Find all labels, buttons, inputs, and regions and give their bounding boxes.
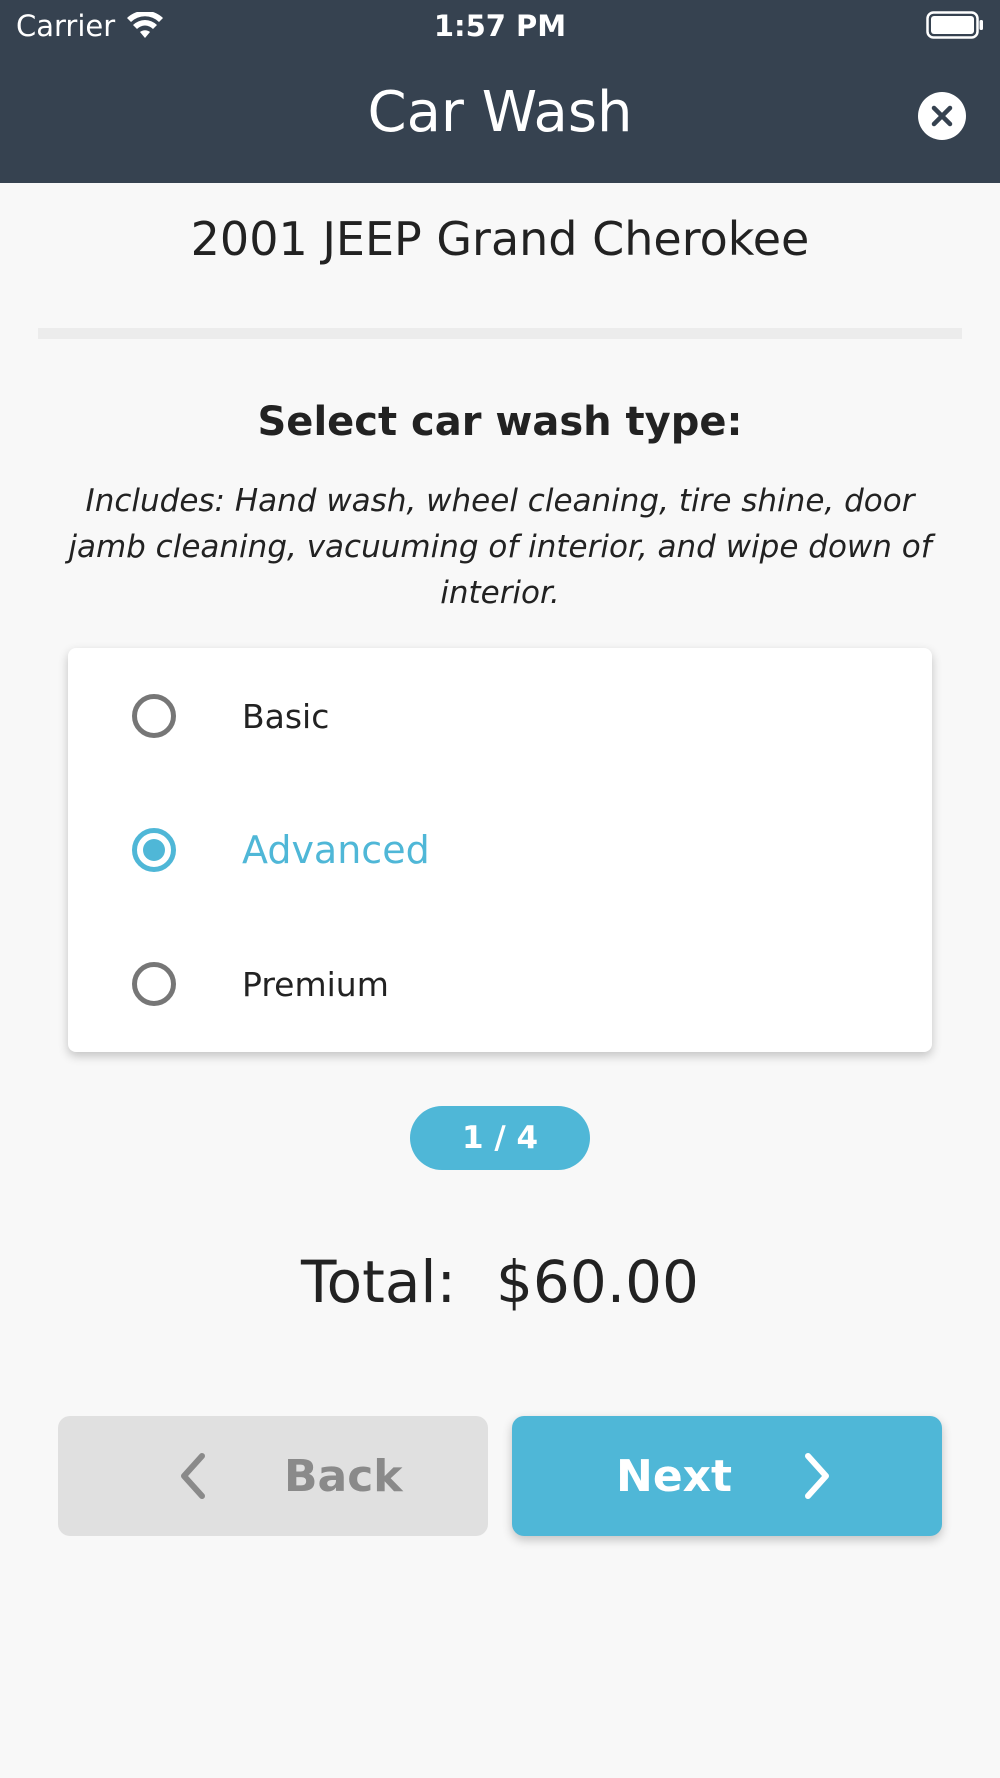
radio-basic[interactable] [132, 694, 176, 738]
includes-description: Includes: Hand wash, wheel cleaning, tir… [68, 483, 932, 611]
wash-type-options: Basic Advanced Premium [68, 648, 932, 1052]
next-button[interactable]: Next [512, 1416, 942, 1536]
divider [38, 328, 962, 339]
next-button-label: Next [616, 1450, 733, 1502]
option-basic[interactable]: Basic [68, 648, 932, 784]
page-title: Car Wash [367, 80, 633, 145]
total-row: Total: $60.00 [0, 1245, 1000, 1319]
total-label: Total: [301, 1248, 457, 1316]
header-bar: Carrier 1:57 PM Car Wash [0, 0, 1000, 183]
chevron-left-icon [181, 1453, 205, 1499]
option-label-basic: Basic [242, 696, 330, 736]
status-time: 1:57 PM [433, 9, 567, 43]
option-premium[interactable]: Premium [68, 916, 932, 1052]
back-button-label: Back [284, 1450, 403, 1502]
prompt-title: Select car wash type: [257, 399, 743, 445]
total-value: $60.00 [496, 1248, 699, 1316]
option-label-advanced: Advanced [242, 828, 430, 872]
battery-icon [926, 11, 983, 39]
step-indicator: 1 / 4 [410, 1106, 590, 1170]
chevron-right-icon [805, 1453, 829, 1499]
radio-premium[interactable] [132, 962, 176, 1006]
radio-advanced[interactable] [132, 828, 176, 872]
vehicle-name: 2001 JEEP Grand Cherokee [190, 212, 810, 266]
close-icon [931, 105, 953, 127]
close-button[interactable] [918, 92, 966, 140]
option-advanced[interactable]: Advanced [68, 782, 932, 918]
back-button[interactable]: Back [58, 1416, 488, 1536]
option-label-premium: Premium [242, 964, 389, 1004]
